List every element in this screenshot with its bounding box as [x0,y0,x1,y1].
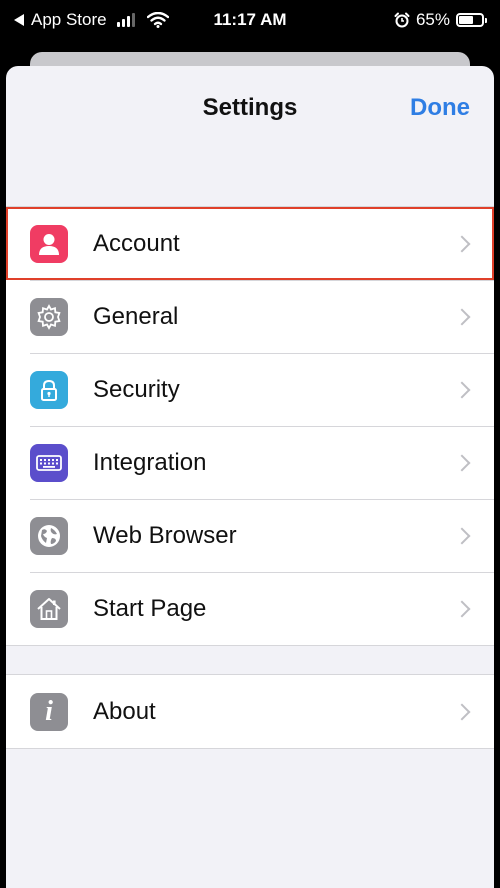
battery-icon [456,13,487,27]
settings-item-security[interactable]: Security [6,353,494,426]
chevron-right-icon [453,703,471,720]
status-bar: App Store 11:17 AM 65% [0,0,500,44]
battery-level [459,16,474,24]
settings-item-general[interactable]: General [6,280,494,353]
settings-item-start-page[interactable]: Start Page [6,572,494,645]
settings-item-web-browser[interactable]: Web Browser [6,499,494,572]
settings-item-label: Account [93,229,180,257]
status-right: 65% [394,10,487,30]
person-icon [30,224,68,263]
globe-icon [30,516,68,555]
chevron-right-icon [453,381,471,398]
settings-item-label: Integration [93,448,207,476]
chevron-right-icon [453,600,471,617]
settings-item-label: Security [93,375,180,403]
chevron-right-icon [453,527,471,544]
about-section: i About [6,674,494,749]
done-button[interactable]: Done [410,94,470,122]
lock-icon [30,370,68,409]
settings-item-label: General [93,302,179,330]
alarm-icon [394,12,410,28]
settings-item-label: Web Browser [93,521,237,549]
keyboard-icon [30,443,68,482]
settings-list: Account General Security Integration Web… [6,206,494,646]
chevron-right-icon [453,235,471,252]
info-icon: i [30,692,68,731]
battery-percent: 65% [415,10,450,29]
settings-item-label: About [93,697,156,725]
home-icon [30,589,68,628]
gear-icon [30,297,68,336]
settings-item-about[interactable]: i About [6,675,494,748]
settings-item-account[interactable]: Account [6,207,494,280]
settings-item-label: Start Page [93,594,207,622]
chevron-right-icon [453,454,471,471]
settings-item-integration[interactable]: Integration [6,426,494,499]
settings-sheet: Settings Done Account General Security I… [6,66,494,888]
chevron-right-icon [453,308,471,325]
